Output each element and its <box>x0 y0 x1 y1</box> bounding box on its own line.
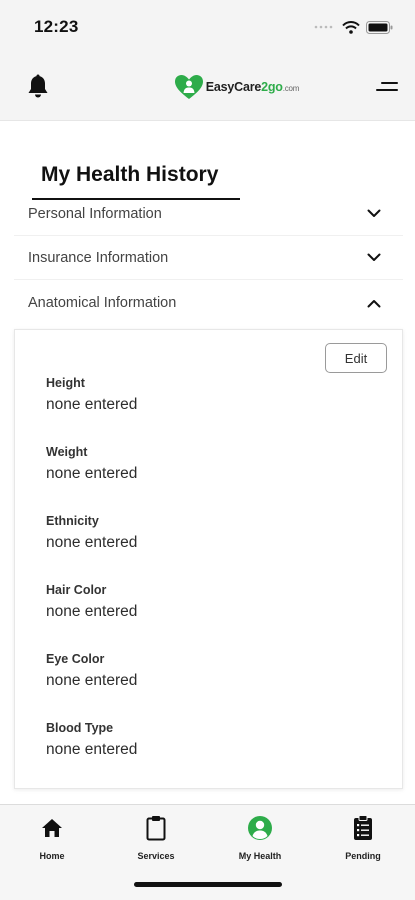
notification-bell-button[interactable] <box>26 74 50 100</box>
battery-icon <box>366 20 393 34</box>
field-blood-type: Blood Type none entered <box>46 721 346 759</box>
user-circle-icon <box>248 816 272 840</box>
nav-item-home[interactable]: Home <box>17 813 87 867</box>
bell-icon <box>28 74 48 98</box>
field-hair-color: Hair Color none entered <box>46 583 346 621</box>
logo-accent: 2go <box>261 80 283 94</box>
field-value: none entered <box>46 396 138 413</box>
field-eye-color: Eye Color none entered <box>46 652 346 690</box>
home-icon <box>42 819 62 837</box>
menu-button[interactable] <box>375 81 399 93</box>
status-time: 12:23 <box>34 17 79 36</box>
wifi-icon <box>342 20 360 34</box>
chevron-down-icon <box>367 253 381 261</box>
field-label: Eye Color <box>46 652 105 666</box>
field-ethnicity: Ethnicity none entered <box>46 514 346 552</box>
field-label: Weight <box>46 445 88 459</box>
nav-label: Services <box>137 851 175 861</box>
nav-item-pending[interactable]: Pending <box>328 813 398 867</box>
home-indicator <box>134 882 282 887</box>
nav-item-services[interactable]: Services <box>121 813 191 867</box>
chevron-up-icon <box>367 299 381 307</box>
section-label: Anatomical Information <box>28 295 177 311</box>
field-value: none entered <box>46 534 138 551</box>
nav-label: Pending <box>345 851 381 861</box>
clipboard-list-icon <box>354 815 372 840</box>
status-icons <box>314 20 393 34</box>
anatomical-info-card: Edit Height none entered Weight none ent… <box>14 329 403 789</box>
app-header: EasyCare2go.com <box>0 54 415 120</box>
section-personal-information[interactable]: Personal Information <box>14 192 403 236</box>
field-label: Hair Color <box>46 583 107 597</box>
app-logo: EasyCare2go.com <box>174 74 300 100</box>
section-label: Personal Information <box>28 205 162 222</box>
section-label: Insurance Information <box>28 249 169 266</box>
signal-icon <box>314 25 333 29</box>
main-content: My Health History Personal Information I… <box>0 120 415 804</box>
clipboard-icon <box>146 816 166 841</box>
field-label: Height <box>46 376 85 390</box>
chevron-down-icon <box>367 209 381 217</box>
logo-prefix: EasyCare <box>205 80 262 94</box>
menu-icon <box>376 82 398 91</box>
field-value: none entered <box>46 672 138 689</box>
logo-wordmark: EasyCare2go.com <box>206 80 300 94</box>
logo-domain: .com <box>282 84 300 93</box>
field-value: none entered <box>46 603 138 620</box>
field-label: Ethnicity <box>46 514 99 528</box>
page-title: My Health History <box>41 163 219 186</box>
field-value: none entered <box>46 465 138 482</box>
section-insurance-information[interactable]: Insurance Information <box>14 236 403 280</box>
section-anatomical-information[interactable]: Anatomical Information <box>14 281 403 325</box>
nav-label: Home <box>39 851 65 861</box>
field-value: none entered <box>46 741 138 758</box>
nav-label: My Health <box>238 851 282 861</box>
nav-item-my-health[interactable]: My Health <box>225 813 295 867</box>
edit-button[interactable]: Edit <box>325 343 387 373</box>
field-weight: Weight none entered <box>46 445 346 483</box>
heart-logo-icon <box>174 75 203 99</box>
field-height: Height none entered <box>46 376 346 414</box>
field-label: Blood Type <box>46 721 114 735</box>
status-bar: 12:23 <box>0 0 415 54</box>
